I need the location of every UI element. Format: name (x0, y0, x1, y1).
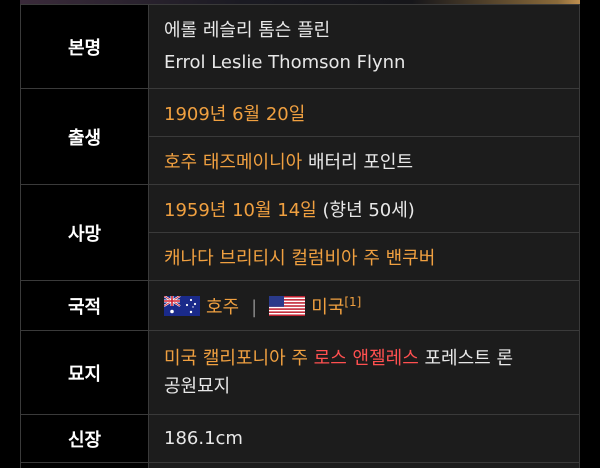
row-value-grave: 미국 캘리포니아 주 로스 앤젤레스 포레스트 론 공원묘지 (148, 330, 580, 415)
row-label-nationality: 국적 (20, 280, 149, 331)
row-label-death: 사망 (20, 184, 149, 281)
row-value-partial (148, 462, 580, 468)
footnote-1-link[interactable]: [1] (344, 295, 361, 309)
grave-cemetery: 공원묘지 (164, 375, 231, 397)
row-value-death-place: 캐나다 브리티시 컬럼비아 주 밴쿠버 (148, 232, 580, 281)
infobox-row-death-date: 사망 1959년 10월 14일 (향년 50세) (20, 184, 580, 281)
birth-date-link[interactable]: 1909년 6월 20일 (164, 104, 305, 125)
row-value-birth-date: 1909년 6월 20일 (148, 88, 580, 137)
row-label-birth: 출생 (20, 88, 149, 185)
grave-forest-lawn: 포레스트 론 (424, 347, 514, 369)
row-label-grave: 묘지 (20, 330, 149, 415)
infobox-row-birth-date: 출생 1909년 6월 20일 (20, 88, 580, 185)
row-value-nationality: 호주 | 미국[1] (148, 280, 580, 331)
infobox-row-nationality: 국적 호주 | 미국[1] (20, 280, 580, 331)
nationality-usa-link[interactable]: 미국 (311, 297, 344, 318)
korean-name: 에롤 레슬리 톰슨 플린 (164, 19, 331, 41)
row-label-height: 신장 (20, 414, 149, 463)
death-place-link[interactable]: 캐나다 브리티시 컬럼비아 주 밴쿠버 (164, 248, 435, 269)
english-name: Errol Leslie Thomson Flynn (164, 51, 406, 73)
infobox-row-height: 신장 186.1cm (20, 414, 580, 463)
row-label-name: 본명 (20, 4, 149, 89)
australia-flag-icon (164, 295, 200, 316)
nationality-australia-link[interactable]: 호주 (206, 297, 239, 318)
row-value-death-date: 1959년 10월 14일 (향년 50세) (148, 184, 580, 233)
infobox-row-partial (20, 462, 580, 468)
grave-california-link[interactable]: 미국 캘리포니아 주 (164, 348, 308, 369)
page: 본명 에롤 레슬리 톰슨 플린 Errol Leslie Thomson Fly… (0, 0, 600, 468)
infobox-table: 본명 에롤 레슬리 톰슨 플린 Errol Leslie Thomson Fly… (20, 4, 580, 468)
grave-los-angeles-link[interactable]: 로스 앤젤레스 (314, 348, 419, 369)
usa-flag-icon (269, 295, 306, 316)
nationality-separator: | (251, 296, 258, 318)
row-value-birth-place: 호주 태즈메이니아 배터리 포인트 (148, 136, 580, 185)
birth-place-rest: 배터리 포인트 (307, 151, 414, 173)
death-date-link[interactable]: 1959년 10월 14일 (164, 200, 317, 221)
row-value-name: 에롤 레슬리 톰슨 플린 Errol Leslie Thomson Flynn (148, 4, 580, 89)
row-value-height: 186.1cm (148, 414, 580, 463)
row-label-partial (20, 462, 149, 468)
death-age: (향년 50세) (322, 199, 415, 221)
infobox-row-name: 본명 에롤 레슬리 톰슨 플린 Errol Leslie Thomson Fly… (20, 4, 580, 89)
birth-place-link[interactable]: 호주 태즈메이니아 (164, 152, 302, 173)
infobox-row-grave: 묘지 미국 캘리포니아 주 로스 앤젤레스 포레스트 론 공원묘지 (20, 330, 580, 415)
